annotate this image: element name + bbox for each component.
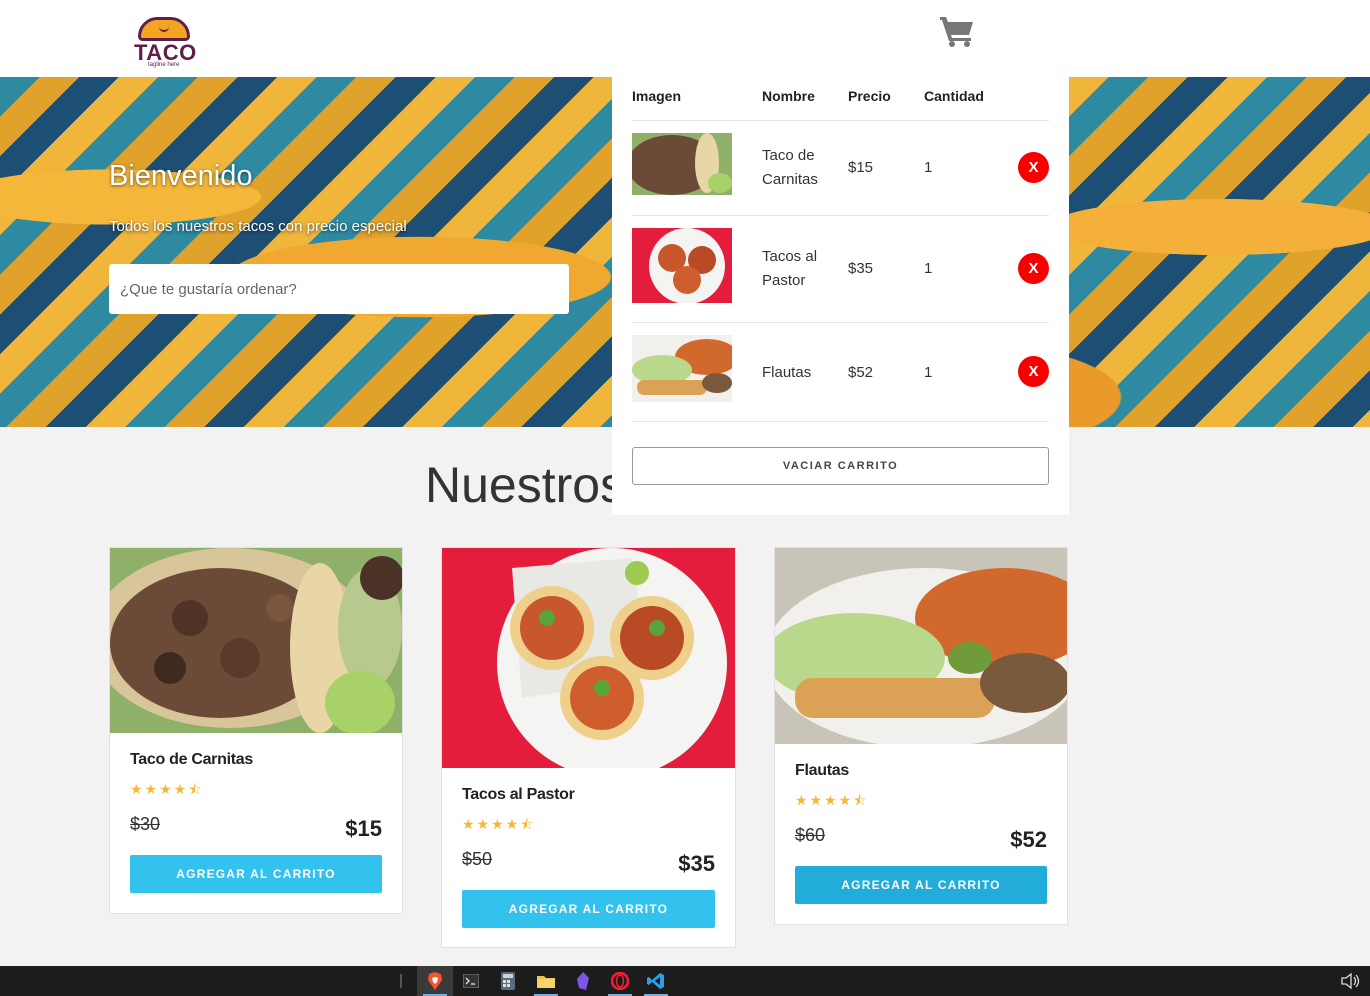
cart-header-image: Imagen	[632, 88, 682, 104]
product-name: Flautas	[795, 762, 849, 779]
cart-item-name: Taco de Carnitas	[762, 147, 818, 188]
calculator-icon[interactable]	[490, 966, 526, 996]
taskbar	[0, 966, 1370, 996]
taco-logo[interactable]: TACO tagline here	[132, 14, 198, 70]
taskbar-separator	[400, 974, 402, 988]
section-title: Nuestros	[425, 457, 626, 513]
cart-item-image	[632, 133, 732, 195]
cart-item-quantity: 1	[924, 159, 933, 176]
product-card: Tacos al Pastor ★★★★⯪ $50 $35 AGREGAR AL…	[441, 547, 736, 948]
site-header: TACO tagline here	[0, 0, 1370, 77]
obsidian-icon[interactable]	[565, 966, 601, 996]
cart-header-quantity: Cantidad	[924, 88, 984, 104]
hero-title: Bienvenido	[109, 160, 253, 192]
cart-item-name: Tacos al Pastor	[762, 248, 818, 289]
hero-subtitle: Todos los nuestros tacos con precio espe…	[109, 218, 407, 235]
product-rating: ★★★★⯪	[130, 781, 204, 797]
cart-dropdown: Imagen Nombre Precio Cantidad Taco de Ca…	[612, 77, 1069, 515]
cart-item-quantity: 1	[924, 260, 933, 277]
cart-table: Imagen Nombre Precio Cantidad Taco de Ca…	[632, 77, 1049, 422]
cart-table-header: Imagen Nombre Precio Cantidad	[632, 77, 1049, 121]
brave-icon[interactable]	[417, 966, 453, 996]
cart-header-name: Nombre	[762, 88, 815, 104]
product-old-price: $60	[795, 825, 826, 845]
cart-item-price: $35	[848, 260, 874, 277]
cart-row: Tacos al Pastor $35 1 X	[632, 216, 1049, 323]
product-price: $35	[678, 851, 715, 876]
add-to-cart-button[interactable]: AGREGAR AL CARRITO	[130, 855, 382, 893]
product-card: Flautas ★★★★⯪ $60 $52 AGREGAR AL CARRITO	[774, 547, 1068, 925]
product-rating: ★★★★⯪	[462, 816, 536, 832]
volume-icon[interactable]	[1340, 972, 1360, 990]
search-bar	[109, 264, 654, 314]
cart-row: Flautas $52 1 X	[632, 323, 1049, 422]
vscode-icon[interactable]	[638, 966, 674, 996]
remove-item-button[interactable]: X	[1018, 253, 1049, 284]
product-old-price: $50	[462, 849, 493, 869]
product-image[interactable]	[442, 548, 735, 768]
cart-icon[interactable]	[938, 14, 976, 48]
product-price: $15	[345, 816, 382, 841]
cart-item-image	[632, 335, 732, 402]
taco-logo-icon	[138, 17, 190, 41]
cart-item-price: $52	[848, 364, 874, 381]
remove-item-button[interactable]: X	[1018, 356, 1049, 387]
terminal-icon[interactable]	[453, 966, 489, 996]
product-image[interactable]	[775, 548, 1067, 744]
logo-tagline: tagline here	[148, 62, 180, 68]
empty-cart-button[interactable]: VACIAR CARRITO	[632, 447, 1049, 485]
add-to-cart-button[interactable]: AGREGAR AL CARRITO	[462, 890, 715, 928]
cart-item-quantity: 1	[924, 364, 933, 381]
cart-item-image	[632, 228, 732, 303]
product-image[interactable]	[110, 548, 402, 733]
product-name: Tacos al Pastor	[462, 786, 575, 803]
file-explorer-icon[interactable]	[528, 966, 564, 996]
cart-row: Taco de Carnitas $15 1 X	[632, 121, 1049, 216]
remove-item-button[interactable]: X	[1018, 152, 1049, 183]
cart-item-name: Flautas	[762, 364, 812, 381]
product-old-price: $30	[130, 814, 161, 834]
product-name: Taco de Carnitas	[130, 751, 253, 768]
cart-item-price: $15	[848, 159, 874, 176]
search-input[interactable]	[109, 264, 519, 314]
cart-header-price: Precio	[848, 88, 891, 104]
opera-icon[interactable]	[602, 966, 638, 996]
product-card: Taco de Carnitas ★★★★⯪ $30 $15 AGREGAR A…	[109, 547, 403, 914]
add-to-cart-button[interactable]: AGREGAR AL CARRITO	[795, 866, 1047, 904]
product-rating: ★★★★⯪	[795, 792, 869, 808]
product-price: $52	[1010, 827, 1047, 852]
